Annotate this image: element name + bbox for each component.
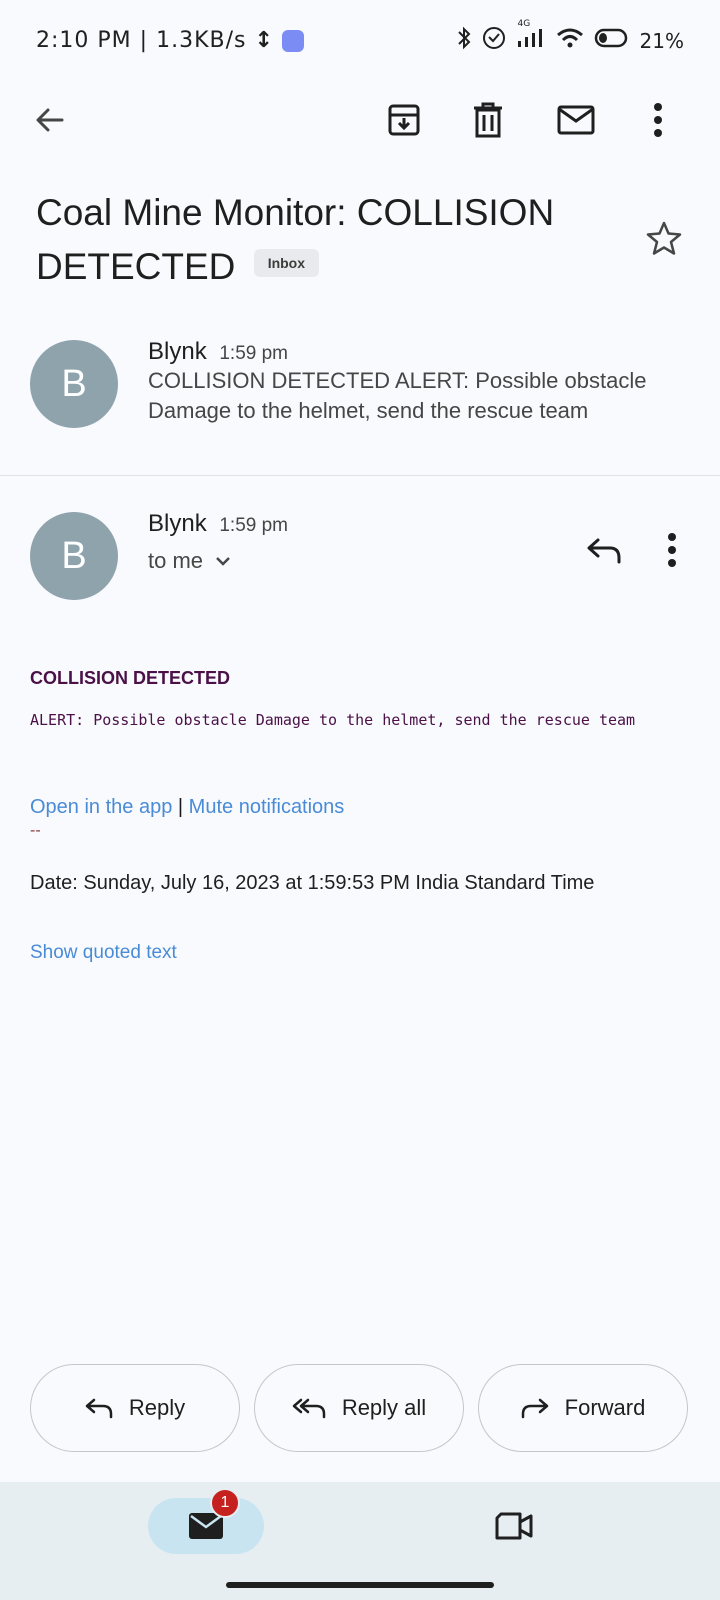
show-quoted-text-link[interactable]: Show quoted text bbox=[30, 942, 177, 964]
message-time: 1:59 pm bbox=[219, 343, 289, 364]
signal-icon: 4G bbox=[516, 19, 546, 54]
wifi-icon bbox=[556, 27, 584, 54]
recipient-details-toggle[interactable]: to me bbox=[148, 548, 231, 574]
body-alert-text: ALERT: Possible obstacle Damage to the h… bbox=[30, 711, 636, 729]
vpn-icon bbox=[482, 26, 506, 55]
toolbar bbox=[0, 92, 720, 148]
unread-count-badge: 1 bbox=[210, 1488, 240, 1518]
sender-name: Blynk bbox=[148, 510, 207, 537]
recipient-text: to me bbox=[148, 548, 204, 573]
message-snippet: COLLISION DETECTED ALERT: Possible obsta… bbox=[148, 368, 647, 423]
reply-icon bbox=[85, 1398, 113, 1419]
app-notification-icon bbox=[281, 29, 304, 52]
reply-icon bbox=[587, 538, 621, 564]
message-more-button[interactable] bbox=[652, 522, 692, 578]
video-camera-icon bbox=[495, 1512, 533, 1540]
date-line: Date: Sunday, July 16, 2023 at 1:59:53 P… bbox=[30, 872, 595, 894]
reply-label: Reply bbox=[128, 1395, 186, 1420]
mail-icon bbox=[557, 105, 595, 135]
network-type-label: 4G bbox=[517, 19, 531, 29]
home-indicator[interactable] bbox=[226, 1582, 494, 1588]
archive-icon bbox=[388, 104, 420, 136]
back-button[interactable] bbox=[22, 92, 78, 148]
open-in-app-link[interactable]: Open in the app bbox=[30, 796, 172, 818]
avatar: B bbox=[30, 512, 118, 600]
sender-line: Blynk 1:59 pm bbox=[148, 510, 288, 538]
mute-notifications-link[interactable]: Mute notifications bbox=[189, 796, 345, 818]
nav-mail-tab[interactable]: 1 bbox=[148, 1488, 264, 1554]
body-heading: COLLISION DETECTED bbox=[30, 668, 231, 688]
message-time: 1:59 pm bbox=[219, 515, 289, 536]
forward-button[interactable]: Forward bbox=[478, 1364, 688, 1452]
link-separator: | bbox=[177, 796, 184, 818]
star-button[interactable] bbox=[642, 216, 686, 260]
archive-button[interactable] bbox=[376, 92, 432, 148]
reply-all-button[interactable]: Reply all bbox=[254, 1364, 464, 1452]
battery-percent: 21% bbox=[639, 28, 684, 53]
status-separator: | bbox=[139, 28, 149, 53]
star-icon bbox=[646, 221, 682, 255]
reply-button[interactable]: Reply bbox=[30, 1364, 240, 1452]
arrow-back-icon bbox=[36, 108, 64, 132]
more-vert-icon bbox=[668, 533, 676, 567]
inbox-label-chip[interactable]: Inbox bbox=[253, 249, 320, 278]
status-time: 2:10 PM bbox=[36, 28, 132, 53]
email-subject: Coal Mine Monitor: COLLISION DETECTED In… bbox=[36, 186, 636, 294]
bluetooth-icon bbox=[456, 26, 472, 55]
forward-icon bbox=[521, 1398, 548, 1419]
data-activity-icon: ↕ bbox=[254, 28, 274, 53]
message-divider bbox=[0, 475, 720, 476]
battery-icon bbox=[594, 27, 630, 54]
trash-icon bbox=[474, 102, 502, 138]
more-vert-icon bbox=[654, 103, 662, 137]
sender-name: Blynk bbox=[148, 338, 207, 365]
mark-unread-button[interactable] bbox=[548, 92, 604, 148]
status-bar: 2:10 PM | 1.3KB/s ↕ 4G 21% bbox=[0, 0, 720, 84]
chevron-down-icon bbox=[216, 557, 230, 566]
reply-all-label: Reply all bbox=[341, 1395, 427, 1420]
delete-button[interactable] bbox=[460, 92, 516, 148]
signature-dashes: -- bbox=[30, 822, 41, 839]
body-links: Open in the app | Mute notifications bbox=[30, 796, 344, 819]
reply-icon-button[interactable] bbox=[576, 522, 632, 578]
collapsed-message[interactable]: B Blynk 1:59 pm COLLISION DETECTED ALERT… bbox=[0, 310, 720, 460]
avatar: B bbox=[30, 340, 118, 428]
status-net-speed: 1.3KB/s bbox=[156, 28, 247, 53]
more-options-button[interactable] bbox=[630, 92, 686, 148]
forward-label: Forward bbox=[564, 1395, 646, 1420]
reply-all-icon bbox=[292, 1398, 326, 1419]
nav-meet-tab[interactable] bbox=[486, 1498, 542, 1554]
